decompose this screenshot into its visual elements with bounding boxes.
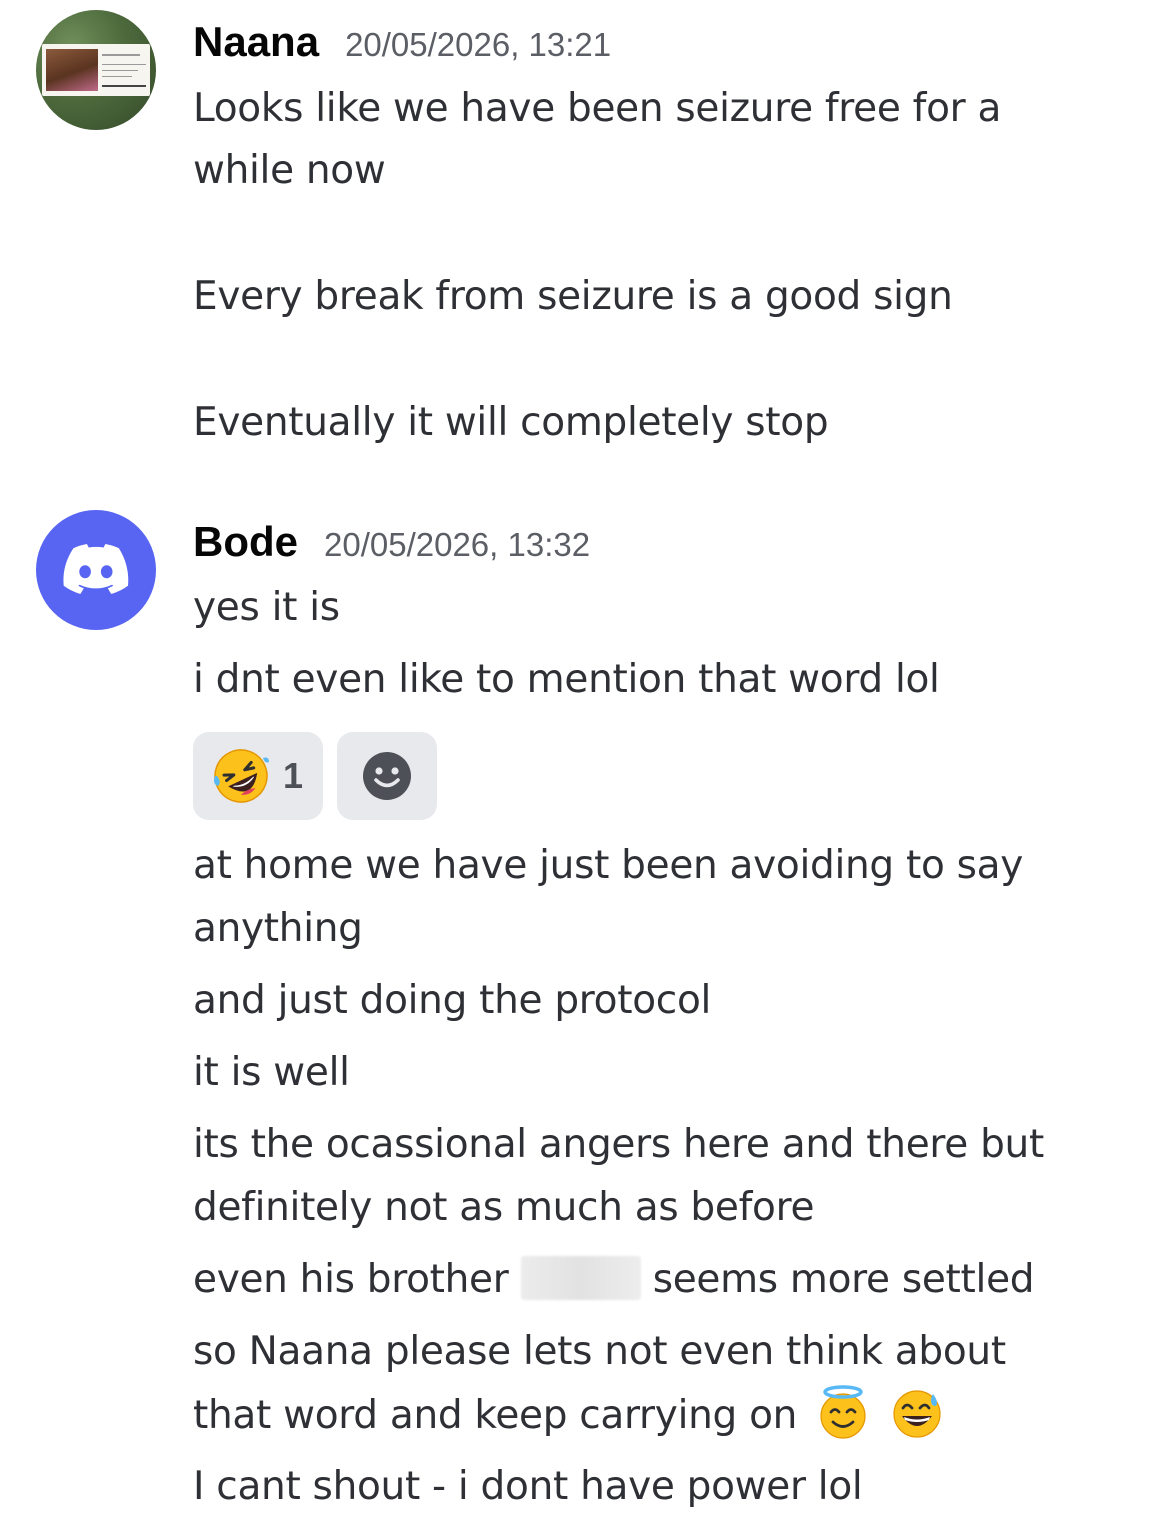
message-text-with-emoji: that word and keep carrying on [193,1384,1143,1447]
grinning-face-with-sweat-icon [893,1390,941,1438]
message-text: so Naana please lets not even think abou… [193,1329,1006,1374]
discord-logo-icon [63,544,129,594]
timestamp[interactable]: 20/05/2026, 13:32 [324,526,590,564]
message-text: at home we have just been avoiding to sa… [193,843,1024,888]
reaction-rofl[interactable]: 1 [193,732,323,820]
message-header: Bode 20/05/2026, 13:32 [193,518,590,566]
reaction-count: 1 [283,755,304,796]
add-reaction-button[interactable] [337,732,437,820]
message-text: anything [193,906,363,951]
message-text: its the ocassional angers here and there… [193,1122,1044,1167]
message-text: yes it is [193,585,340,630]
message-text: and just doing the protocol [193,978,712,1023]
message-text: even his brother seems more settled [193,1249,1143,1311]
username[interactable]: Bode [193,518,298,566]
redacted-name [520,1256,641,1300]
message-text-before-redaction: even his brother [193,1257,509,1302]
message-group-bode: Bode 20/05/2026, 13:32 yes it is i dnt e… [0,0,1170,1539]
message-text: that word and keep carrying on [193,1393,798,1438]
rolling-on-floor-laughing-icon [214,749,269,803]
message-text-after-redaction: seems more settled [652,1257,1035,1302]
smiling-face-with-halo-icon [820,1385,866,1439]
message-text: I cant shout - i dont have power lol [193,1464,863,1509]
avatar-bode[interactable] [36,510,156,630]
message-text: definitely not as much as before [193,1185,815,1230]
reactions-bar: 1 [193,732,437,820]
message-text: i dnt even like to mention that word lol [193,657,940,702]
add-reaction-smiley-icon [363,752,411,800]
message-text: it is well [193,1050,350,1095]
